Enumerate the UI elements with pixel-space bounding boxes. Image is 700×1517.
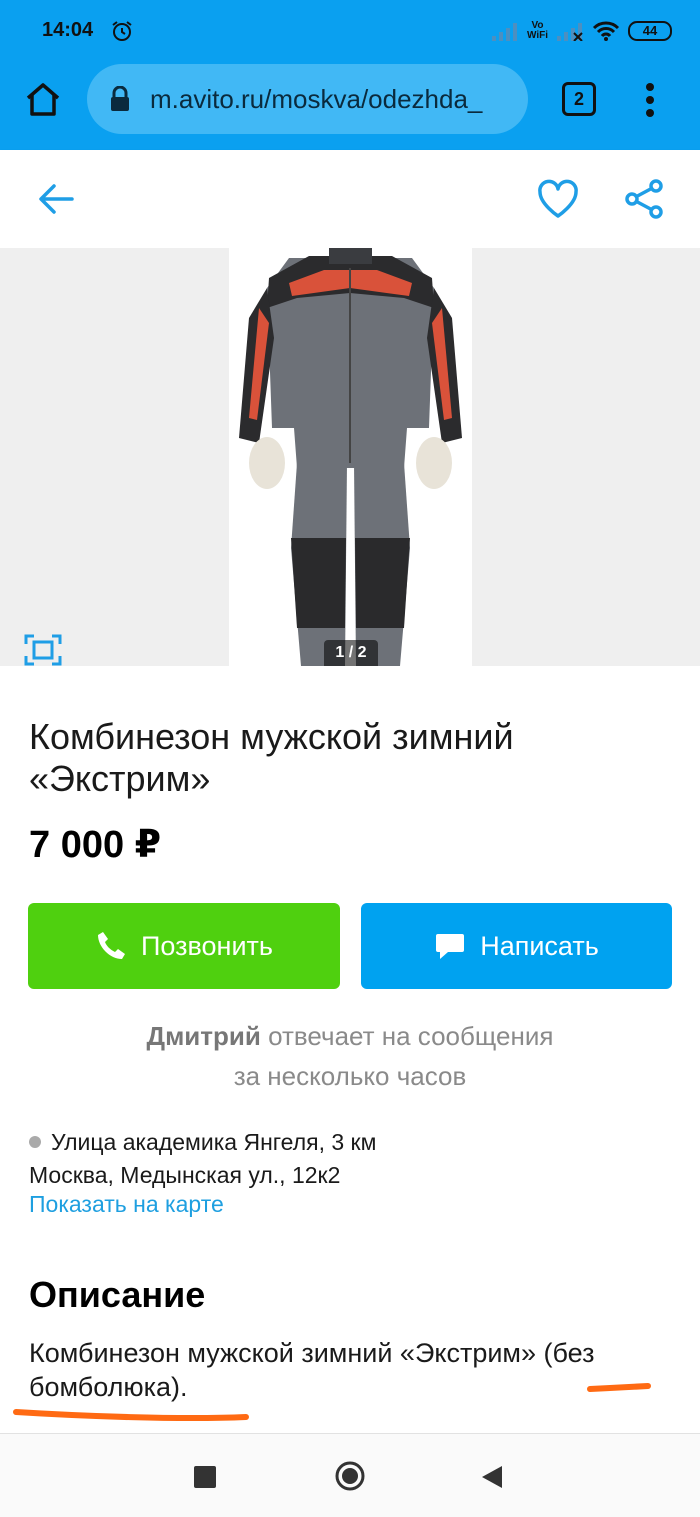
status-bar: 14:04 Vo WiFi 44 bbox=[0, 0, 700, 62]
more-menu-icon[interactable] bbox=[644, 82, 656, 118]
description-heading: Описание bbox=[29, 1274, 206, 1315]
signal-off-icon bbox=[557, 23, 583, 41]
coverall-illustration bbox=[239, 248, 462, 666]
status-indicators: Vo WiFi 44 bbox=[491, 18, 672, 44]
chat-bubble-icon bbox=[436, 934, 465, 959]
seller-response-1: отвечает на сообщения bbox=[268, 1021, 554, 1051]
back-arrow-icon[interactable] bbox=[38, 182, 74, 216]
url-text: m.avito.ru/moskva/odezhda_ bbox=[150, 84, 483, 114]
call-button[interactable]: Позвонить bbox=[28, 903, 340, 989]
listing-price: 7 000 ₽ bbox=[29, 824, 162, 866]
phone-icon bbox=[98, 932, 125, 959]
call-button-label: Позвонить bbox=[141, 930, 273, 961]
address-line: Москва, Медынская ул., 12к2 bbox=[29, 1162, 341, 1188]
battery-indicator: 44 bbox=[628, 21, 672, 41]
browser-chrome: 14:04 Vo WiFi 44 m.avito.ru/moskva/odezh… bbox=[0, 0, 700, 150]
listing-title: Комбинезон мужской зимний «Экстрим» bbox=[29, 716, 514, 799]
nav-back-icon[interactable] bbox=[480, 1464, 504, 1490]
share-icon[interactable] bbox=[624, 178, 664, 220]
orange-underline-annotation bbox=[13, 1383, 651, 1422]
location-block: Улица академика Янгеля, 3 км Москва, Мед… bbox=[29, 1126, 376, 1192]
metro-station: Улица академика Янгеля, 3 км bbox=[51, 1129, 377, 1155]
favorite-heart-icon[interactable] bbox=[536, 178, 580, 220]
seller-name[interactable]: Дмитрий bbox=[147, 1021, 261, 1051]
vowifi-bottom: WiFi bbox=[526, 30, 548, 41]
metro-line: Улица академика Янгеля, 3 км bbox=[29, 1126, 376, 1159]
write-button-label: Написать bbox=[480, 930, 599, 961]
seller-response-2: за несколько часов bbox=[233, 1061, 467, 1091]
status-time: 14:04 bbox=[42, 19, 94, 41]
signal-icon bbox=[491, 23, 517, 41]
show-on-map-link[interactable]: Показать на карте bbox=[29, 1191, 224, 1218]
system-nav-bar bbox=[0, 1433, 700, 1517]
home-icon[interactable] bbox=[24, 80, 62, 118]
page-header bbox=[0, 150, 700, 248]
seller-info: Дмитрий отвечает на сообщения за несколь… bbox=[0, 1016, 700, 1096]
fullscreen-icon[interactable] bbox=[24, 634, 62, 666]
lock-icon bbox=[111, 86, 129, 111]
wifi-icon bbox=[592, 21, 620, 41]
recents-icon[interactable] bbox=[194, 1466, 216, 1488]
write-button[interactable]: Написать bbox=[361, 903, 672, 989]
url-bar[interactable]: m.avito.ru/moskva/odezhda_ bbox=[87, 64, 528, 134]
photo-gallery[interactable]: 1 / 2 bbox=[0, 248, 700, 666]
nav-home-icon[interactable] bbox=[334, 1460, 366, 1492]
metro-dot-icon bbox=[29, 1135, 41, 1148]
tabs-counter-button[interactable]: 2 bbox=[562, 82, 596, 116]
product-photo[interactable] bbox=[229, 248, 472, 666]
photo-counter: 1 / 2 bbox=[324, 640, 378, 666]
vowifi-indicator: Vo WiFi bbox=[527, 21, 548, 41]
seller-line-1: Дмитрий отвечает на сообщения bbox=[0, 1016, 700, 1056]
alarm-icon bbox=[112, 21, 132, 41]
